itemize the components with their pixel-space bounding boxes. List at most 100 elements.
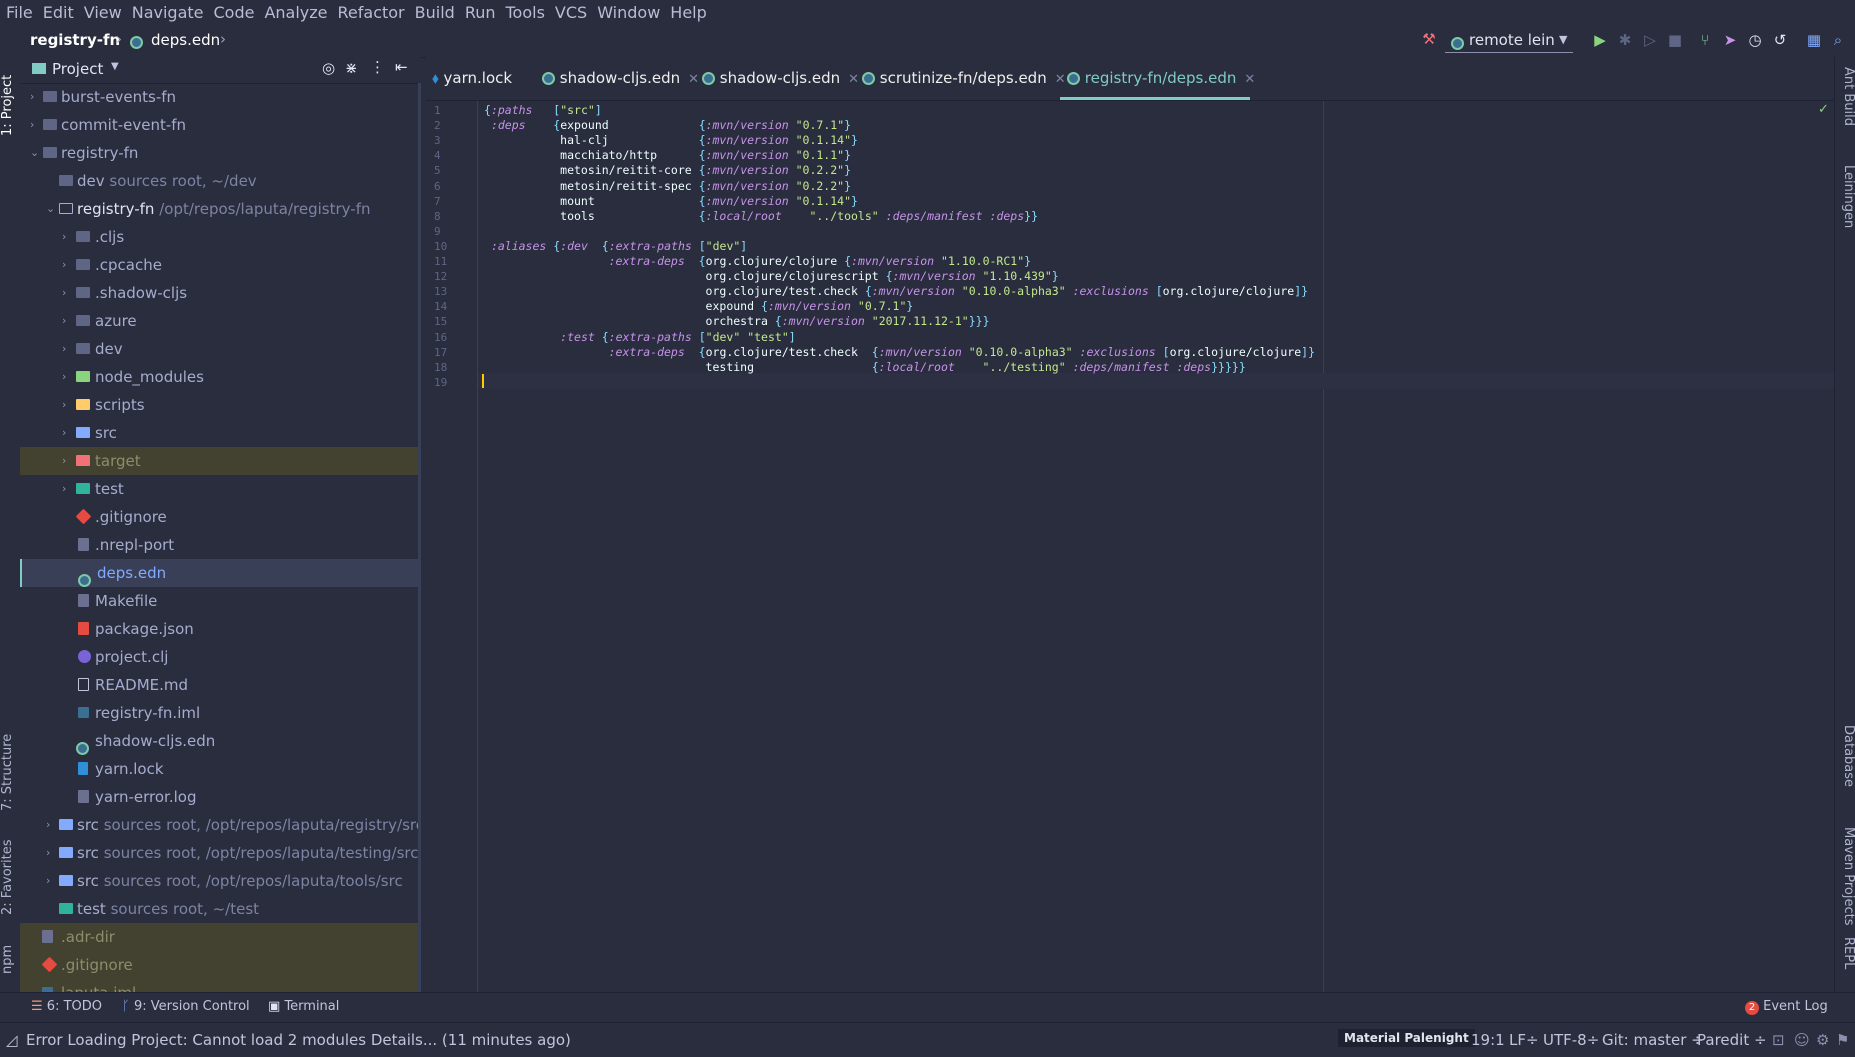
event-log-button[interactable]: 2 Event Log	[1745, 999, 1828, 1015]
git-branch[interactable]: Git: master ÷	[1602, 1031, 1704, 1049]
notifications-icon[interactable]: ⚑	[1836, 1031, 1849, 1049]
memory-icon[interactable]: ⚙	[1816, 1031, 1829, 1049]
tree-item[interactable]: › src sources root, /opt/repos/laputa/reg…	[20, 811, 421, 839]
tree-item[interactable]: › .cpcache	[20, 251, 421, 279]
menu-build[interactable]: Build	[410, 3, 460, 22]
menu-vcs[interactable]: VCS	[550, 3, 592, 22]
breadcrumb-project[interactable]: registry-fn	[30, 31, 120, 49]
tree-item[interactable]: .gitignore	[20, 951, 421, 979]
code-editor[interactable]: 1 2 3 4 5 6 7 8 9 10 11 12 13 14 15 16 17 18 19 {:paths ["…	[426, 101, 1834, 992]
tree-item[interactable]: dev sources root, ~/dev	[20, 167, 421, 195]
tree-item[interactable]: › test	[20, 475, 421, 503]
tree-item[interactable]: shadow-cljs.edn	[20, 727, 421, 755]
menu-help[interactable]: Help	[665, 3, 711, 22]
menu-file[interactable]: File	[0, 3, 38, 22]
project-view-title[interactable]: Project	[52, 60, 103, 78]
tree-item[interactable]: › src sources root, /opt/repos/laputa/tes…	[20, 839, 421, 867]
tree-item[interactable]: README.md	[20, 671, 421, 699]
hide-panel-icon[interactable]: ⇤	[395, 58, 408, 76]
tree-item[interactable]: ⌄ registry-fn	[20, 139, 421, 167]
menu-view[interactable]: View	[79, 3, 127, 22]
search-icon[interactable]: ⌕	[1830, 32, 1846, 48]
tab-scrutinize-deps[interactable]: scrutinize-fn/deps.edn ✕	[862, 67, 1066, 89]
tab-ant-build[interactable]: Ant Build	[1836, 67, 1855, 147]
tree-item[interactable]: › dev	[20, 335, 421, 363]
debug-icon[interactable]: ✱	[1617, 32, 1633, 48]
menu-navigate[interactable]: Navigate	[127, 3, 209, 22]
close-icon[interactable]: ✕	[848, 72, 859, 87]
vcs-push-icon[interactable]: ➤	[1722, 32, 1738, 48]
inspector-icon[interactable]: ☺	[1794, 1031, 1810, 1049]
hammer-icon[interactable]: ⚒	[1421, 31, 1437, 47]
vertical-scrollbar[interactable]	[418, 83, 421, 992]
tab-registry-deps[interactable]: registry-fn/deps.edn ✕	[1067, 67, 1255, 89]
chevron-down-icon[interactable]: ▼	[111, 61, 119, 72]
file-encoding[interactable]: UTF-8÷	[1543, 1031, 1599, 1049]
tab-structure-tool[interactable]: 7: Structure	[0, 727, 20, 817]
tree-item[interactable]: › .shadow-cljs	[20, 279, 421, 307]
tree-item[interactable]: .adr-dir	[20, 923, 421, 951]
status-toggle-icon[interactable]: ◿	[6, 1031, 18, 1049]
revert-icon[interactable]: ↺	[1772, 32, 1788, 48]
tree-item[interactable]: › target	[20, 447, 421, 475]
lock-icon[interactable]: ⊡	[1772, 1031, 1785, 1049]
tree-item[interactable]: Makefile	[20, 587, 421, 615]
tab-shadow-cljs-1[interactable]: shadow-cljs.edn ✕	[542, 67, 699, 89]
tree-item[interactable]: › src sources root, /opt/repos/laputa/too…	[20, 867, 421, 895]
menu-run[interactable]: Run	[460, 3, 501, 22]
run-config-select[interactable]: remote lein ▼	[1445, 28, 1573, 53]
tree-item[interactable]: › src	[20, 419, 421, 447]
caret-position[interactable]: 19:1	[1471, 1031, 1505, 1049]
breadcrumb-file[interactable]: deps.edn	[151, 31, 220, 49]
line-separator[interactable]: LF÷	[1509, 1031, 1539, 1049]
tree-item[interactable]: registry-fn.iml	[20, 699, 421, 727]
run-icon[interactable]: ▶	[1592, 32, 1608, 48]
tree-item[interactable]: yarn.lock	[20, 755, 421, 783]
tree-item[interactable]: test sources root, ~/test	[20, 895, 421, 923]
tab-shadow-cljs-2[interactable]: shadow-cljs.edn ✕	[702, 67, 859, 89]
collapse-all-icon[interactable]: ⋇	[345, 59, 358, 77]
menu-analyze[interactable]: Analyze	[259, 3, 332, 22]
terminal-tool-button[interactable]: ▣ Terminal	[268, 999, 339, 1014]
tree-item[interactable]: › node_modules	[20, 363, 421, 391]
tab-database[interactable]: Database	[1836, 725, 1855, 805]
settings-icon[interactable]: ⋮	[370, 58, 385, 76]
close-icon[interactable]: ✕	[1055, 72, 1066, 87]
tree-item[interactable]: laputa.iml	[20, 979, 421, 992]
tree-item[interactable]: › scripts	[20, 391, 421, 419]
tree-item[interactable]: › azure	[20, 307, 421, 335]
project-structure-icon[interactable]: ▦	[1806, 32, 1822, 48]
tree-item[interactable]: ⌄ registry-fn /opt/repos/laputa/registry-…	[20, 195, 421, 223]
vcs-branch-icon[interactable]: ⑂	[1697, 32, 1713, 48]
status-message[interactable]: Error Loading Project: Cannot load 2 mod…	[26, 1031, 571, 1049]
locate-icon[interactable]: ◎	[322, 59, 335, 77]
theme-badge[interactable]: Material Palenight	[1338, 1029, 1475, 1047]
tree-item[interactable]: › commit-event-fn	[20, 111, 421, 139]
tab-leiningen[interactable]: Leiningen	[1836, 165, 1855, 255]
stop-icon[interactable]: ■	[1667, 32, 1683, 48]
tree-item[interactable]: › .cljs	[20, 223, 421, 251]
menu-code[interactable]: Code	[209, 3, 260, 22]
history-icon[interactable]: ◷	[1747, 32, 1763, 48]
close-icon[interactable]: ✕	[1244, 72, 1255, 87]
tab-favorites-tool[interactable]: 2: Favorites	[0, 835, 20, 920]
run-coverage-icon[interactable]: ▷	[1642, 32, 1658, 48]
tree-item[interactable]: › burst-events-fn	[20, 83, 421, 111]
menu-refactor[interactable]: Refactor	[333, 3, 410, 22]
menu-edit[interactable]: Edit	[38, 3, 79, 22]
tab-project-tool[interactable]: 1: Project	[0, 65, 20, 145]
tree-item[interactable]: yarn-error.log	[20, 783, 421, 811]
tree-item[interactable]: package.json	[20, 615, 421, 643]
tree-item[interactable]: .nrepl-port	[20, 531, 421, 559]
tree-item[interactable]: .gitignore	[20, 503, 421, 531]
menu-tools[interactable]: Tools	[501, 3, 550, 22]
tree-item-selected[interactable]: deps.edn	[20, 559, 421, 587]
tree-item[interactable]: project.clj	[20, 643, 421, 671]
paredit-mode[interactable]: Paredit ÷	[1697, 1031, 1767, 1049]
tab-yarn-lock[interactable]: ⬧ yarn.lock	[432, 67, 512, 89]
menu-window[interactable]: Window	[592, 3, 665, 22]
todo-tool-button[interactable]: ☰ 6: TODO	[31, 999, 102, 1014]
vcs-tool-button[interactable]: ᚴ 9: Version Control	[122, 999, 250, 1014]
close-icon[interactable]: ✕	[688, 72, 699, 87]
tab-repl[interactable]: REPL	[1836, 937, 1855, 987]
